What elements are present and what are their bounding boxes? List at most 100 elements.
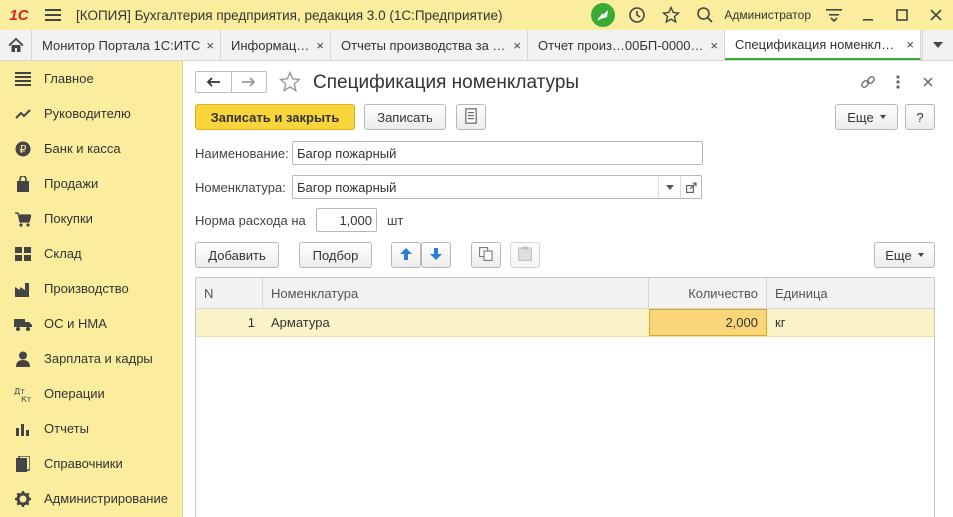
- link-icon[interactable]: [853, 71, 883, 93]
- cell-unit[interactable]: кг: [767, 309, 934, 336]
- sidebar-item-label: Руководителю: [44, 106, 131, 121]
- cell-nomenclature[interactable]: Арматура: [263, 309, 649, 336]
- name-label: Наименование:: [195, 146, 289, 161]
- document-list-button[interactable]: [456, 104, 486, 130]
- factory-icon: [14, 280, 32, 298]
- tab-close-icon[interactable]: ×: [513, 38, 521, 53]
- move-down-button[interactable]: [421, 242, 451, 268]
- column-header-quantity[interactable]: Количество: [649, 278, 767, 308]
- move-up-button[interactable]: [391, 242, 421, 268]
- tab-label: Спецификация номенкла…: [735, 36, 901, 52]
- tab-close-icon[interactable]: ×: [710, 38, 718, 53]
- table-more-label: Еще: [885, 247, 912, 263]
- add-row-button[interactable]: Добавить: [195, 242, 279, 268]
- copy-button[interactable]: [471, 242, 501, 268]
- column-header-unit[interactable]: Единица: [767, 278, 934, 308]
- more-vertical-icon[interactable]: [883, 71, 913, 93]
- minimize-icon[interactable]: [851, 0, 885, 30]
- search-icon[interactable]: [688, 0, 722, 30]
- tab-production-report[interactable]: Отчет произ…00БП-000001 ×: [528, 30, 725, 60]
- sidebar-item-label: Производство: [44, 281, 129, 296]
- tab-close-icon[interactable]: ×: [206, 38, 214, 53]
- sidebar-item-fixed-assets[interactable]: ОС и НМА: [0, 306, 182, 341]
- dropdown-arrow-icon[interactable]: [658, 176, 680, 198]
- truck-icon: [14, 315, 32, 333]
- star-icon[interactable]: [654, 0, 688, 30]
- norm-field[interactable]: 1,000: [316, 208, 377, 232]
- cell-n[interactable]: 1: [196, 309, 263, 336]
- sidebar-item-bank[interactable]: ₽ Банк и касса: [0, 131, 182, 166]
- column-header-nomenclature[interactable]: Номенклатура: [263, 278, 649, 308]
- save-button[interactable]: Записать: [364, 104, 446, 130]
- tab-label: Информация: [231, 37, 311, 53]
- sidebar-item-label: Продажи: [44, 176, 99, 191]
- cart-icon: [14, 210, 32, 228]
- close-form-icon[interactable]: [913, 71, 943, 93]
- table-header: N Номенклатура Количество Единица: [196, 278, 934, 309]
- book-icon: [14, 455, 32, 473]
- more-button[interactable]: Еще: [835, 104, 898, 130]
- forward-arrow-icon[interactable]: [230, 72, 266, 92]
- person-icon: [14, 350, 32, 368]
- tab-production-reports[interactable]: Отчеты производства за … ×: [331, 30, 528, 60]
- arrow-up-icon: [400, 247, 412, 263]
- title-bar: 1С [КОПИЯ] Бухгалтерия предприятия, реда…: [0, 0, 953, 30]
- table-row[interactable]: 1 Арматура 2,000 кг: [196, 309, 934, 337]
- nomenclature-field[interactable]: Багор пожарный: [292, 175, 702, 199]
- ruble-icon: ₽: [14, 140, 32, 158]
- paste-icon: [518, 246, 532, 264]
- tab-close-icon[interactable]: ×: [906, 37, 914, 52]
- tabs-dropdown-icon[interactable]: [922, 30, 953, 60]
- tab-specification[interactable]: Спецификация номенкла… ×: [725, 30, 921, 60]
- svg-text:₽: ₽: [20, 143, 27, 156]
- sidebar-item-main[interactable]: Главное: [0, 61, 182, 96]
- sidebar-item-label: Склад: [44, 246, 82, 261]
- hamburger-icon[interactable]: [38, 0, 68, 30]
- sidebar-item-operations[interactable]: Дт Кт Операции: [0, 376, 182, 411]
- sidebar-item-reports[interactable]: Отчеты: [0, 411, 182, 446]
- favorite-star-icon[interactable]: [279, 71, 301, 93]
- save-and-close-button[interactable]: Записать и закрыть: [195, 104, 355, 130]
- settings-icon[interactable]: [817, 0, 851, 30]
- paste-button[interactable]: [510, 242, 540, 268]
- sidebar-item-manager[interactable]: Руководителю: [0, 96, 182, 131]
- home-icon[interactable]: [0, 30, 32, 60]
- tab-portal-monitor[interactable]: Монитор Портала 1С:ИТС ×: [32, 30, 221, 60]
- pick-button[interactable]: Подбор: [299, 242, 372, 268]
- help-button[interactable]: ?: [905, 104, 935, 130]
- form-header: Спецификация номенклатуры: [184, 61, 953, 103]
- dt-kt-icon: Дт Кт: [14, 385, 32, 403]
- tab-label: Монитор Портала 1С:ИТС: [42, 37, 201, 53]
- tabs-bar: Монитор Портала 1С:ИТС × Информация × От…: [0, 30, 953, 61]
- column-header-n[interactable]: N: [196, 278, 263, 308]
- table-more-button[interactable]: Еще: [874, 242, 935, 268]
- tab-information[interactable]: Информация ×: [221, 30, 331, 60]
- open-item-icon[interactable]: [680, 176, 701, 198]
- sidebar-item-label: Справочники: [44, 456, 123, 471]
- sidebar-item-warehouse[interactable]: Склад: [0, 236, 182, 271]
- cell-quantity[interactable]: 2,000: [649, 309, 767, 336]
- sidebar-item-salary[interactable]: Зарплата и кадры: [0, 341, 182, 376]
- chevron-down-icon: [879, 115, 886, 119]
- bell-icon[interactable]: [586, 0, 620, 30]
- sidebar-item-label: Администрирование: [44, 491, 168, 506]
- sidebar-item-purchases[interactable]: Покупки: [0, 201, 182, 236]
- bar-chart-icon: [14, 420, 32, 438]
- tab-label: Отчет произ…00БП-000001: [538, 37, 705, 53]
- form-area: Спецификация номенклатуры Записать и зак…: [184, 61, 953, 517]
- sidebar-item-references[interactable]: Справочники: [0, 446, 182, 481]
- sidebar: Главное Руководителю ₽ Банк и касса Прод…: [0, 61, 183, 517]
- sidebar-item-sales[interactable]: Продажи: [0, 166, 182, 201]
- nav-buttons: [195, 71, 267, 93]
- sidebar-item-production[interactable]: Производство: [0, 271, 182, 306]
- name-field[interactable]: Багор пожарный: [292, 141, 703, 165]
- tab-close-icon[interactable]: ×: [316, 38, 324, 53]
- tab-label: Отчеты производства за …: [341, 37, 506, 53]
- back-arrow-icon[interactable]: [196, 72, 231, 92]
- close-icon[interactable]: [919, 0, 953, 30]
- maximize-icon[interactable]: [885, 0, 919, 30]
- sidebar-item-administration[interactable]: Администрирование: [0, 481, 182, 516]
- user-name[interactable]: Администратор: [724, 8, 811, 22]
- history-icon[interactable]: [620, 0, 654, 30]
- sidebar-item-label: Зарплата и кадры: [44, 351, 153, 366]
